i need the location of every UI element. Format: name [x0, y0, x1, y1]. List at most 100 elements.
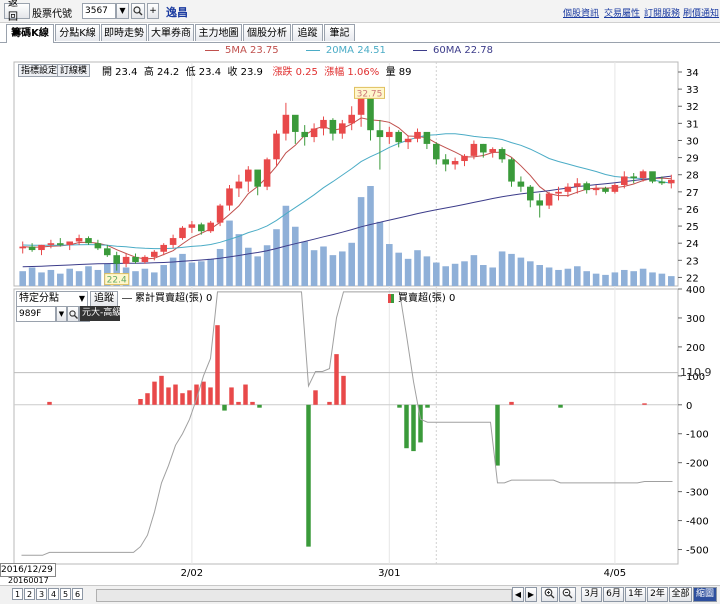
net-label: 買賣超(張) 0: [398, 293, 456, 304]
range-2y-button[interactable]: 2年: [647, 587, 668, 602]
candle-body: [179, 227, 186, 239]
volume-bar: [602, 274, 609, 286]
candle-body: [423, 131, 431, 144]
net-bar: [642, 403, 647, 405]
link-trade-attr[interactable]: 交易屬性: [604, 6, 640, 19]
broker-selector[interactable]: 特定分點 ▼: [16, 291, 88, 307]
draw-line-button[interactable]: 訂線模: [57, 64, 91, 77]
candle-body: [207, 222, 214, 232]
scroll-right-button[interactable]: ▶: [525, 587, 537, 602]
page-2-button[interactable]: 2: [24, 588, 35, 600]
ma60-line: [22, 175, 672, 268]
volume-bar: [630, 271, 637, 286]
volume-bar: [583, 271, 590, 286]
page-1-button[interactable]: 1: [12, 588, 23, 600]
page-5-button[interactable]: 5: [60, 588, 71, 600]
tab-notes[interactable]: 筆記: [324, 24, 355, 41]
horizontal-scrollbar[interactable]: [96, 589, 512, 602]
page-4-button[interactable]: 4: [48, 588, 59, 600]
volume-bar: [367, 186, 374, 286]
tab-main-force-map[interactable]: 主力地圖: [195, 24, 242, 41]
add-button[interactable]: +: [147, 3, 159, 19]
link-stock-info[interactable]: 個股資訊: [563, 6, 599, 19]
date-tick-label: 3/01: [378, 568, 400, 579]
net-bar: [397, 404, 402, 408]
chevron-down-icon: ▼: [58, 310, 65, 318]
volume-bar: [254, 256, 261, 286]
price-tick-label: 25: [686, 222, 699, 233]
range-3m-button[interactable]: 3月: [581, 587, 602, 602]
net-tick-label: -200: [686, 459, 709, 470]
chevron-left-icon: ◀: [514, 590, 522, 599]
net-bar: [495, 404, 500, 466]
volume-bar: [668, 276, 675, 286]
candle-body: [602, 188, 609, 192]
search-button[interactable]: [131, 3, 145, 19]
back-button[interactable]: 返回: [4, 0, 30, 23]
volume-bar: [527, 261, 534, 286]
price-tick-label: 28: [686, 171, 699, 182]
volume-bar: [564, 268, 572, 286]
net-bar: [425, 404, 430, 408]
candle-body: [461, 155, 468, 162]
indicator-settings-button[interactable]: 指標設定: [18, 64, 61, 77]
candle-body: [28, 246, 36, 251]
candle-body: [668, 179, 675, 184]
current-value: 110.9: [680, 366, 712, 379]
open-value: 開 23.4: [102, 67, 138, 78]
candle-body: [198, 224, 205, 232]
stock-dropdown-button[interactable]: ▼: [116, 3, 129, 19]
candle-body: [658, 181, 666, 184]
net-bar: [243, 384, 248, 405]
tab-broker-kline[interactable]: 分點K線: [55, 24, 100, 41]
net-bar: [229, 387, 234, 405]
stock-name: 逸昌: [166, 6, 188, 19]
tab-track[interactable]: 追蹤: [292, 24, 323, 41]
candle-body: [498, 149, 506, 160]
volume-bar: [395, 252, 402, 286]
candle-body: [517, 181, 525, 187]
broker-search-button[interactable]: [67, 306, 79, 322]
range-1y-button[interactable]: 1年: [625, 587, 646, 602]
price-tick-label: 26: [686, 205, 699, 216]
candle-body: [545, 193, 553, 206]
tab-realtime[interactable]: 即時走勢: [101, 24, 147, 41]
candle-body: [564, 186, 572, 192]
stock-code-input[interactable]: 3567: [82, 3, 116, 19]
link-subscribe[interactable]: 訂閱服務: [644, 6, 680, 19]
chevron-right-icon: ▶: [527, 590, 535, 599]
thumbnail-button[interactable]: 縮圖: [693, 587, 717, 602]
broker-dropdown-button[interactable]: ▼: [56, 306, 67, 322]
range-all-button[interactable]: 全部: [669, 587, 692, 602]
track-button[interactable]: 追蹤: [90, 291, 118, 307]
zoom-out-icon: [562, 588, 573, 599]
candle-body: [555, 191, 562, 194]
zoom-out-button[interactable]: [559, 587, 576, 602]
net-bar: [145, 393, 150, 405]
net-bar: [166, 387, 171, 405]
scroll-left-button[interactable]: ◀: [512, 587, 524, 602]
volume-bar: [188, 262, 196, 286]
price-panel-frame: [13, 61, 679, 287]
tab-big-broker[interactable]: 大單券商: [148, 24, 194, 41]
price-tick-label: 29: [686, 154, 699, 165]
price-tick-label: 27: [686, 188, 699, 199]
broker-code-input[interactable]: 989F: [16, 306, 56, 322]
range-6m-button[interactable]: 6月: [603, 587, 624, 602]
volume-bar: [273, 229, 280, 286]
net-bar: [152, 381, 157, 405]
candle-body: [527, 186, 534, 201]
zoom-in-icon: [544, 588, 555, 599]
zoom-in-button[interactable]: [541, 587, 558, 602]
page-6-button[interactable]: 6: [72, 588, 83, 600]
candle-body: [376, 130, 384, 138]
tab-chip-kline[interactable]: 籌碼K線: [6, 24, 54, 43]
tab-stock-analysis[interactable]: 個股分析: [243, 24, 291, 41]
volume-bar: [404, 258, 412, 286]
candle-body: [621, 176, 628, 185]
candle-body: [480, 143, 487, 153]
link-price-alert[interactable]: 刷價通知: [683, 6, 719, 19]
volume-bar: [470, 255, 478, 286]
page-3-button[interactable]: 3: [36, 588, 47, 600]
change-value: 漲跌 0.25: [272, 67, 318, 78]
